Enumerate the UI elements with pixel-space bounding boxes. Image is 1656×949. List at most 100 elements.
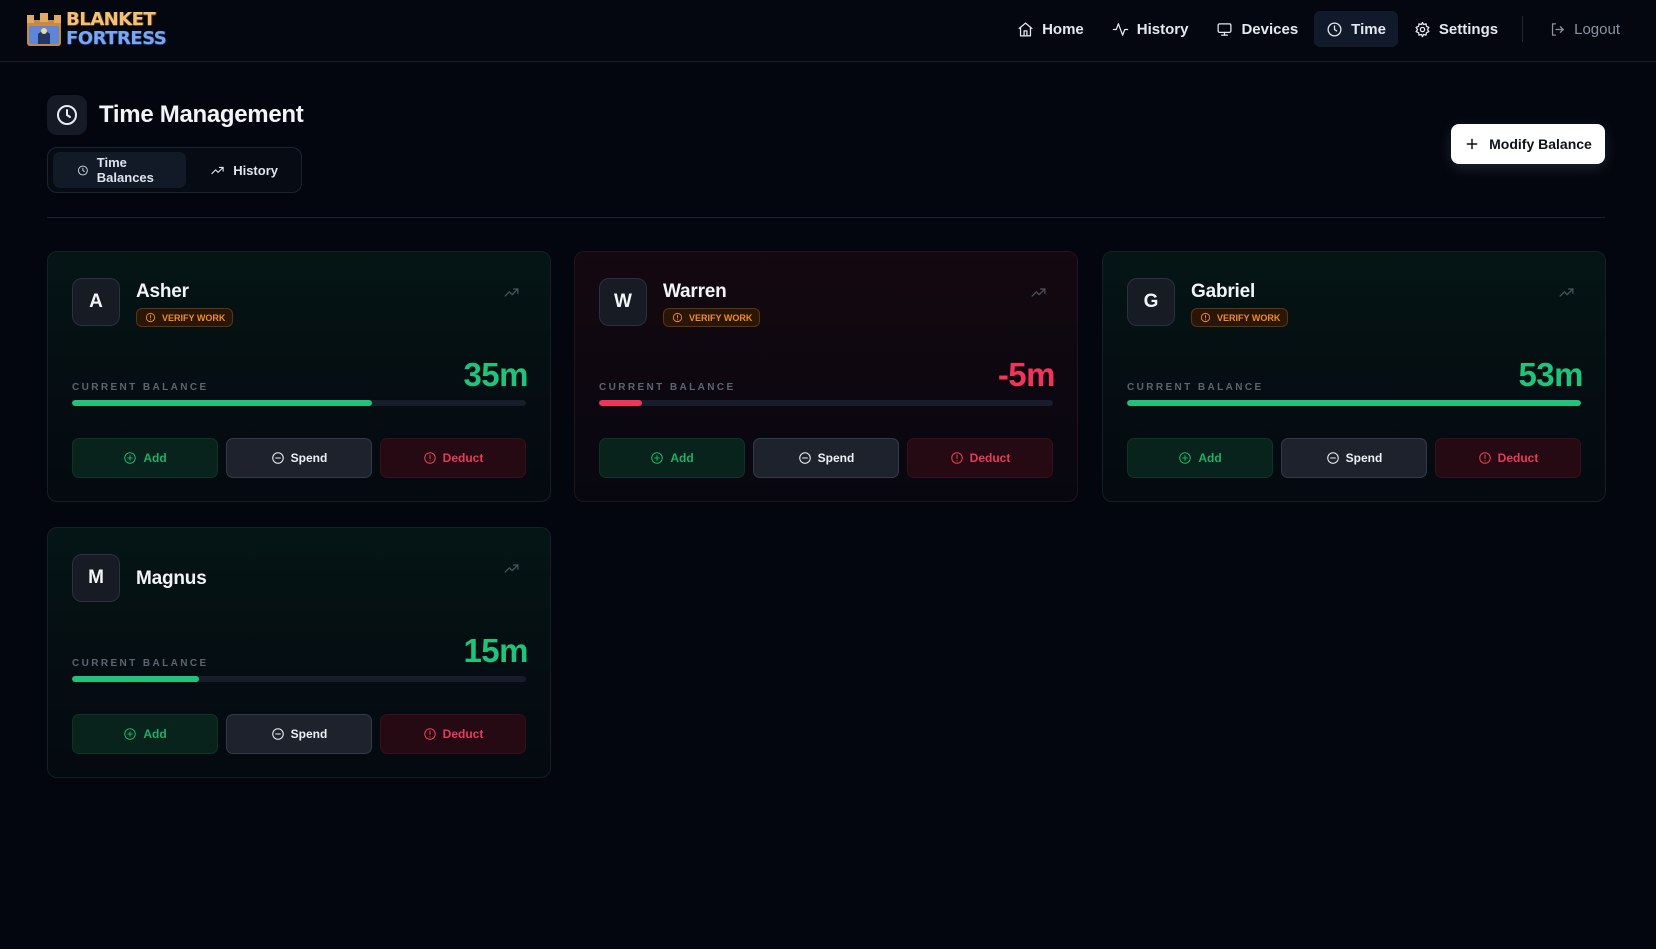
add-label: Add (143, 451, 167, 465)
view-trend-button[interactable] (503, 284, 520, 301)
balance-actions: Add Spend Deduct (72, 438, 526, 478)
alert-circle-icon (145, 312, 156, 323)
verify-work-label: VERIFY WORK (162, 312, 226, 323)
plus-circle-icon (651, 452, 664, 464)
spend-time-button[interactable]: Spend (226, 438, 372, 478)
alert-circle-icon (423, 728, 436, 740)
add-time-button[interactable]: Add (72, 714, 218, 754)
activity-icon (1112, 22, 1128, 36)
trending-up-icon (1031, 288, 1046, 297)
deduct-label: Deduct (442, 451, 484, 465)
avatar: W (599, 278, 647, 326)
deduct-label: Deduct (1497, 451, 1539, 465)
nav-devices-label: Devices (1241, 20, 1299, 38)
balance-actions: Add Spend Deduct (599, 438, 1053, 478)
spend-time-button[interactable]: Spend (226, 714, 372, 754)
balance-progress-track (72, 400, 526, 406)
trending-up-icon (504, 288, 519, 297)
verify-work-label: VERIFY WORK (689, 312, 753, 323)
deduct-time-button[interactable]: Deduct (380, 438, 526, 478)
balance-progress-track (72, 676, 526, 682)
main-nav: Home History Devices Time Settings Logou… (1001, 11, 1632, 47)
avatar: A (72, 278, 120, 326)
clock-icon (78, 165, 88, 175)
current-balance-label: CURRENT BALANCE (599, 382, 736, 393)
add-label: Add (670, 451, 694, 465)
home-icon (1018, 21, 1033, 37)
current-balance-label: CURRENT BALANCE (72, 658, 209, 669)
fortress-logo-icon (24, 10, 64, 48)
page-title: Time Management (99, 101, 304, 128)
alert-circle-icon (1478, 452, 1491, 464)
alert-circle-icon (672, 312, 683, 323)
user-card-magnus: M Magnus CURRENT BALANCE 15m Add Spend D… (47, 527, 551, 778)
add-label: Add (1198, 451, 1222, 465)
balance-progress-fill (72, 400, 372, 406)
nav-settings-label: Settings (1438, 20, 1499, 38)
plus-circle-icon (124, 728, 137, 740)
plus-circle-icon (1179, 452, 1192, 464)
balance-progress-fill (599, 400, 643, 406)
page-scrollbar[interactable] (1644, 62, 1656, 949)
add-time-button[interactable]: Add (72, 438, 218, 478)
balance-progress-fill (72, 676, 200, 682)
deduct-time-button[interactable]: Deduct (907, 438, 1053, 478)
deduct-time-button[interactable]: Deduct (1435, 438, 1581, 478)
balance-progress-track (599, 400, 1053, 406)
gear-icon (1415, 21, 1430, 37)
current-balance-label: CURRENT BALANCE (72, 382, 209, 393)
balance-value: 35m (463, 356, 528, 393)
nav-home[interactable]: Home (1005, 11, 1096, 47)
add-label: Add (143, 727, 167, 741)
clock-icon (1327, 21, 1342, 37)
view-trend-button[interactable] (503, 560, 520, 577)
verify-work-badge[interactable]: VERIFY WORK (1191, 308, 1289, 327)
tab-time-balances[interactable]: Time Balances (53, 152, 187, 188)
trending-up-icon (1559, 288, 1574, 297)
modify-balance-button[interactable]: Modify Balance (1451, 124, 1605, 164)
tab-history[interactable]: History (186, 152, 296, 188)
view-trend-button[interactable] (1558, 284, 1575, 301)
nav-devices[interactable]: Devices (1204, 11, 1310, 47)
user-name: Asher (136, 281, 189, 302)
nav-home-label: Home (1042, 20, 1084, 38)
trending-up-icon (211, 166, 224, 174)
user-name: Magnus (136, 568, 207, 589)
balance-value: 15m (463, 632, 528, 669)
balance-progress-fill (1127, 400, 1581, 406)
user-card-gabriel: G Gabriel VERIFY WORK CURRENT BALANCE 53… (1102, 251, 1606, 502)
deduct-label: Deduct (442, 727, 484, 741)
nav-history[interactable]: History (1100, 11, 1201, 47)
logout-button[interactable]: Logout (1537, 11, 1632, 47)
verify-work-badge[interactable]: VERIFY WORK (136, 308, 234, 327)
page-icon (47, 95, 87, 135)
nav-time[interactable]: Time (1314, 11, 1398, 47)
user-name: Gabriel (1191, 281, 1256, 302)
verify-work-badge[interactable]: VERIFY WORK (663, 308, 761, 327)
minus-circle-icon (271, 452, 284, 464)
logout-icon (1552, 22, 1564, 36)
avatar: M (72, 554, 120, 602)
page-header: Time Management (47, 95, 304, 135)
nav-time-label: Time (1351, 20, 1386, 38)
add-time-button[interactable]: Add (599, 438, 745, 478)
user-name: Warren (663, 281, 727, 302)
balance-actions: Add Spend Deduct (1127, 438, 1581, 478)
spend-time-button[interactable]: Spend (1281, 438, 1427, 478)
balance-actions: Add Spend Deduct (72, 714, 526, 754)
user-card-warren: W Warren VERIFY WORK CURRENT BALANCE -5m… (574, 251, 1078, 502)
minus-circle-icon (798, 452, 811, 464)
nav-settings[interactable]: Settings (1402, 11, 1510, 47)
app-wordmark: BLANKET FORTRESS (66, 10, 167, 49)
logo-line-2: FORTRESS (66, 28, 167, 49)
deduct-time-button[interactable]: Deduct (380, 714, 526, 754)
add-time-button[interactable]: Add (1127, 438, 1273, 478)
monitor-icon (1217, 22, 1232, 36)
app-logo[interactable]: BLANKET FORTRESS (24, 8, 167, 50)
minus-circle-icon (1326, 452, 1339, 464)
spend-label: Spend (1345, 451, 1383, 465)
nav-history-label: History (1136, 20, 1189, 38)
view-trend-button[interactable] (1030, 284, 1047, 301)
spend-time-button[interactable]: Spend (753, 438, 899, 478)
logout-label: Logout (1574, 20, 1620, 38)
